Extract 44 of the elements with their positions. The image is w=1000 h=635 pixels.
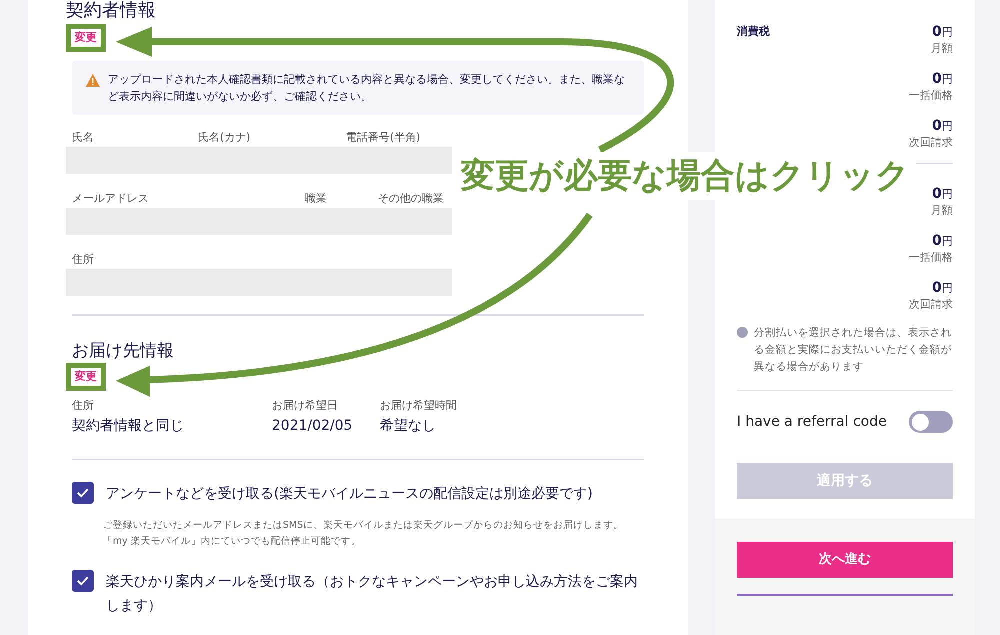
amount-caption: 月額 [931,203,953,219]
warning-icon [86,74,100,87]
field-label: 住所 [72,253,95,267]
amount-caption: 次回請求 [909,297,953,313]
amount-caption: 月額 [931,41,953,57]
change-link[interactable]: 変更 [66,24,106,52]
amount: 0円 [932,24,953,41]
field-label: 電話番号(半角) [346,131,422,145]
field-label: その他の職業 [378,192,445,206]
section-title: 契約者情報 [66,0,157,22]
info-label: 住所 [72,399,95,413]
checkbox[interactable] [72,570,94,592]
amount: 0円 [932,71,953,88]
info-value: 2021/02/05 [272,417,354,435]
amount: 0円 [932,118,953,135]
warning-text: アップロードされた本人確認書類に記載されている内容と異なる場合、変更してください。また、職業など表示内容に間違いがないか必ず、ご確認ください。 [108,72,626,105]
check-icon [77,488,89,498]
option-label[interactable]: アンケートなどを受け取る(楽天モバイルニュースの配信設定は別途必要です) [106,482,593,506]
section-title: お届け先情報 [72,340,175,362]
price-note: 分割払いを選択された場合は、表示される金額と実際にお支払いいただく金額が異なる場合があります [754,326,953,375]
info-label: お届け希望時間 [380,399,458,413]
next-button[interactable]: 次へ進む [737,542,953,578]
field-label: 氏名(カナ) [198,131,252,145]
info-value: 希望なし [380,417,437,435]
info-label: お届け希望日 [272,399,339,413]
field-label: メールアドレス [72,192,150,206]
field-label: 職業 [305,192,328,206]
amount-caption: 一括価格 [909,88,953,104]
referral-label: I have a referral code [737,413,887,431]
referral-toggle[interactable] [909,411,953,433]
field-label: 氏名 [72,131,95,145]
amount: 0円 [932,233,953,250]
check-icon [77,576,89,586]
amount: 0円 [932,280,953,297]
info-value: 契約者情報と同じ [72,417,185,435]
amount-caption: 一括価格 [909,250,953,266]
checkbox[interactable] [72,482,94,504]
amount-caption: 次回請求 [909,135,953,151]
amount: 0円 [932,186,953,203]
change-link[interactable]: 変更 [66,363,106,391]
info-icon [737,327,748,338]
row-label: 消費税 [737,24,770,40]
option-note: ご登録いただいたメールアドレスまたはSMSに、楽天モバイルまたは楽天グループからのお知らせをお届けします。「my 楽天モバイル」内にていつでも配信停止可能です。 [102,519,624,549]
option-label[interactable]: 楽天ひかり案内メールを受け取る（おトクなキャンペーンやお申し込み方法をご案内します） [106,570,644,618]
